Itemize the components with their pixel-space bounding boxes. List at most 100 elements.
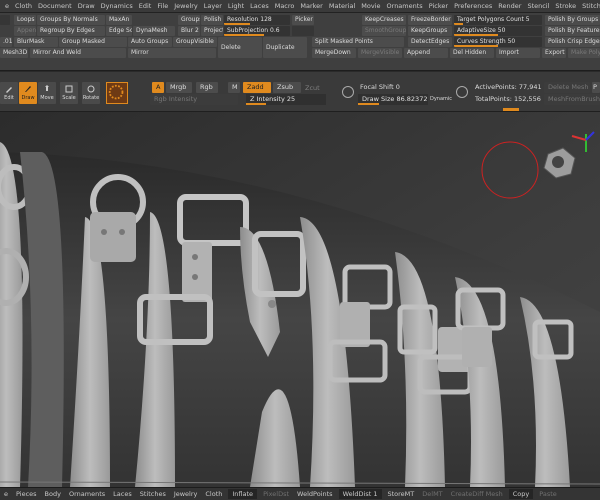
menu-item-9[interactable]: Light [225,2,247,10]
freezeborder-toggle[interactable]: FreezeBorder [408,15,452,25]
mesh3d-button[interactable]: Mesh3D [0,48,28,58]
duplicate-button[interactable]: Duplicate [263,37,307,58]
menu-item-2[interactable]: Document [35,2,75,10]
bottom-item-16[interactable]: Paste [535,490,561,498]
bottom-item-1[interactable]: Pieces [12,490,41,498]
picker-stub[interactable] [292,26,314,36]
project-toggle[interactable]: Project [201,26,223,36]
export-button[interactable]: Export [542,48,566,58]
smoothgroups-toggle[interactable]: SmoothGroups [362,26,406,36]
bottom-item-9[interactable]: PixelDst [259,490,293,498]
scale-tool-button[interactable]: Scale [60,82,78,104]
menu-item-14[interactable]: Movie [358,2,383,10]
menu-item-21[interactable]: Stitches [579,2,600,10]
mrgb-toggle[interactable]: Mrgb [166,82,192,93]
detectedges-toggle[interactable]: DetectEdges [408,37,452,47]
zcut-toggle[interactable]: Zcut [305,84,320,92]
bottom-item-7[interactable]: Cloth [201,490,226,498]
mirror-and-weld-button[interactable]: Mirror And Weld [30,48,126,58]
m-toggle[interactable]: M [228,82,240,93]
dynamesh-button[interactable]: DynaMesh [133,26,175,36]
z-intensity-slider[interactable]: Z Intensity 25 [246,94,326,105]
delete-mesh-button[interactable]: Delete Mesh [544,82,590,93]
adaptivesize-slider[interactable]: AdaptiveSize 50 [454,26,542,36]
polish-by-features-toggle[interactable]: Polish By Features [545,26,600,36]
bottom-item-6[interactable]: Jewelry [170,490,202,498]
bottom-item-3[interactable]: Ornaments [65,490,109,498]
menu-item-0[interactable]: e [2,2,12,10]
edit-tool-button[interactable]: Edit [0,82,18,104]
menu-item-8[interactable]: Layer [201,2,225,10]
mirror-button[interactable]: Mirror [128,48,216,58]
p-toggle[interactable]: P [592,82,600,93]
value-field[interactable]: .01 [0,37,12,47]
loops-button[interactable]: Loops [14,15,36,25]
bottom-item-8[interactable]: Inflate [228,489,258,499]
menu-item-4[interactable]: Dynamics [98,2,136,10]
blur-slider[interactable]: Blur 2 [178,26,200,36]
bottom-item-2[interactable]: Body [41,490,65,498]
menu-item-19[interactable]: Stencil [524,2,552,10]
append-loops-toggle[interactable]: Append [14,26,36,36]
polish-crisp-edges-toggle[interactable]: Polish Crisp Edges [545,37,600,47]
menu-item-16[interactable]: Picker [426,2,451,10]
group-masked-button[interactable]: Group Masked [59,37,127,47]
blurmask-button[interactable]: BlurMask [14,37,58,47]
menu-item-1[interactable]: Cloth [12,2,35,10]
groupvisible-button[interactable]: GroupVisible [173,37,217,47]
target-polygons-slider[interactable]: Target Polygons Count 5 [454,15,542,25]
subprojection-slider[interactable]: SubProjection 0.6 [224,26,290,36]
keepgroups-toggle[interactable]: KeepGroups [408,26,452,36]
polish-by-groups-toggle[interactable]: Polish By Groups [545,15,600,25]
edge-score-slider[interactable]: Edge Sc [106,26,132,36]
groups-by-normals-button[interactable]: Groups By Normals [37,15,105,25]
rgb-toggle[interactable]: Rgb [196,82,218,93]
import-button[interactable]: Import [496,48,540,58]
menu-item-12[interactable]: Marker [297,2,325,10]
rgb-intensity-slider[interactable]: Rgb Intensity [150,94,238,105]
menu-item-5[interactable]: Edit [136,2,155,10]
make-polymesh-button[interactable]: Make Polym [568,48,600,58]
dynamic-toggle[interactable]: Dynamic [430,96,452,102]
menu-item-10[interactable]: Laces [247,2,272,10]
split-masked-points-button[interactable]: Split Masked Points [312,37,404,47]
polish-toggle[interactable]: Polish [201,15,223,25]
rotate-tool-button[interactable]: Rotate [82,82,100,104]
append-button[interactable]: Append [404,48,448,58]
menu-item-15[interactable]: Ornaments [384,2,426,10]
material-swatch[interactable] [106,82,128,104]
menu-item-3[interactable]: Draw [75,2,98,10]
menu-item-17[interactable]: Preferences [451,2,495,10]
keepcreases-toggle[interactable]: KeepCreases [362,15,406,25]
groups-toggle[interactable]: Groups [178,15,200,25]
resolution-slider[interactable]: Resolution 128 [224,15,290,25]
viewport-canvas[interactable] [0,112,600,487]
bottom-item-14[interactable]: CreateDiff Mesh [447,490,507,498]
maxangle-slider[interactable]: MaxAn [106,15,132,25]
zadd-toggle[interactable]: Zadd [243,82,271,93]
zsub-toggle[interactable]: Zsub [273,82,301,93]
3d-viewport[interactable] [0,112,600,487]
focal-shift-label[interactable]: Focal Shift 0 [360,83,400,91]
menu-item-13[interactable]: Material [326,2,358,10]
bottom-item-12[interactable]: StoreMT [384,490,419,498]
menu-item-7[interactable]: Jewelry [171,2,201,10]
move-tool-button[interactable]: Move [38,82,56,104]
bottom-item-15[interactable]: Copy [508,489,534,499]
mergedown-button[interactable]: MergeDown [312,48,356,58]
regroup-by-edges-button[interactable]: Regroup By Edges [37,26,105,36]
curves-strength-slider[interactable]: Curves Strength 50 [454,37,542,47]
focal-shift-circle-icon[interactable] [342,86,354,98]
menu-item-6[interactable]: File [154,2,171,10]
draw-size-slider[interactable]: Draw Size 86.82372 [358,94,428,105]
bottom-item-11[interactable]: WeldDist 1 [338,489,382,499]
menu-item-20[interactable]: Stroke [552,2,579,10]
mergevisible-button[interactable]: MergeVisible [358,48,402,58]
bottom-item-5[interactable]: Stitches [136,490,170,498]
mesh-from-brush-button[interactable]: MeshFromBrush [544,94,600,105]
delete-button[interactable]: Delete [218,37,262,58]
picker-button[interactable]: Picker [292,15,314,25]
bottom-item-0[interactable]: e [0,490,12,498]
menu-item-18[interactable]: Render [495,2,524,10]
menu-item-11[interactable]: Macro [272,2,298,10]
